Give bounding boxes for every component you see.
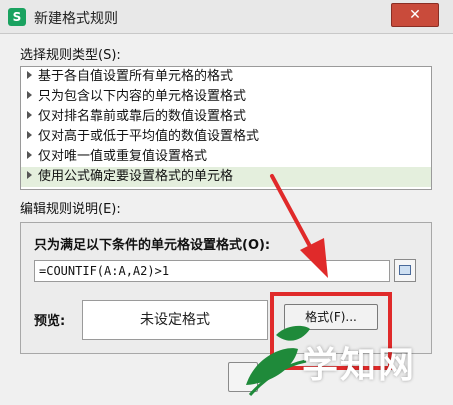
watermark-text: 学知网 bbox=[302, 345, 417, 386]
